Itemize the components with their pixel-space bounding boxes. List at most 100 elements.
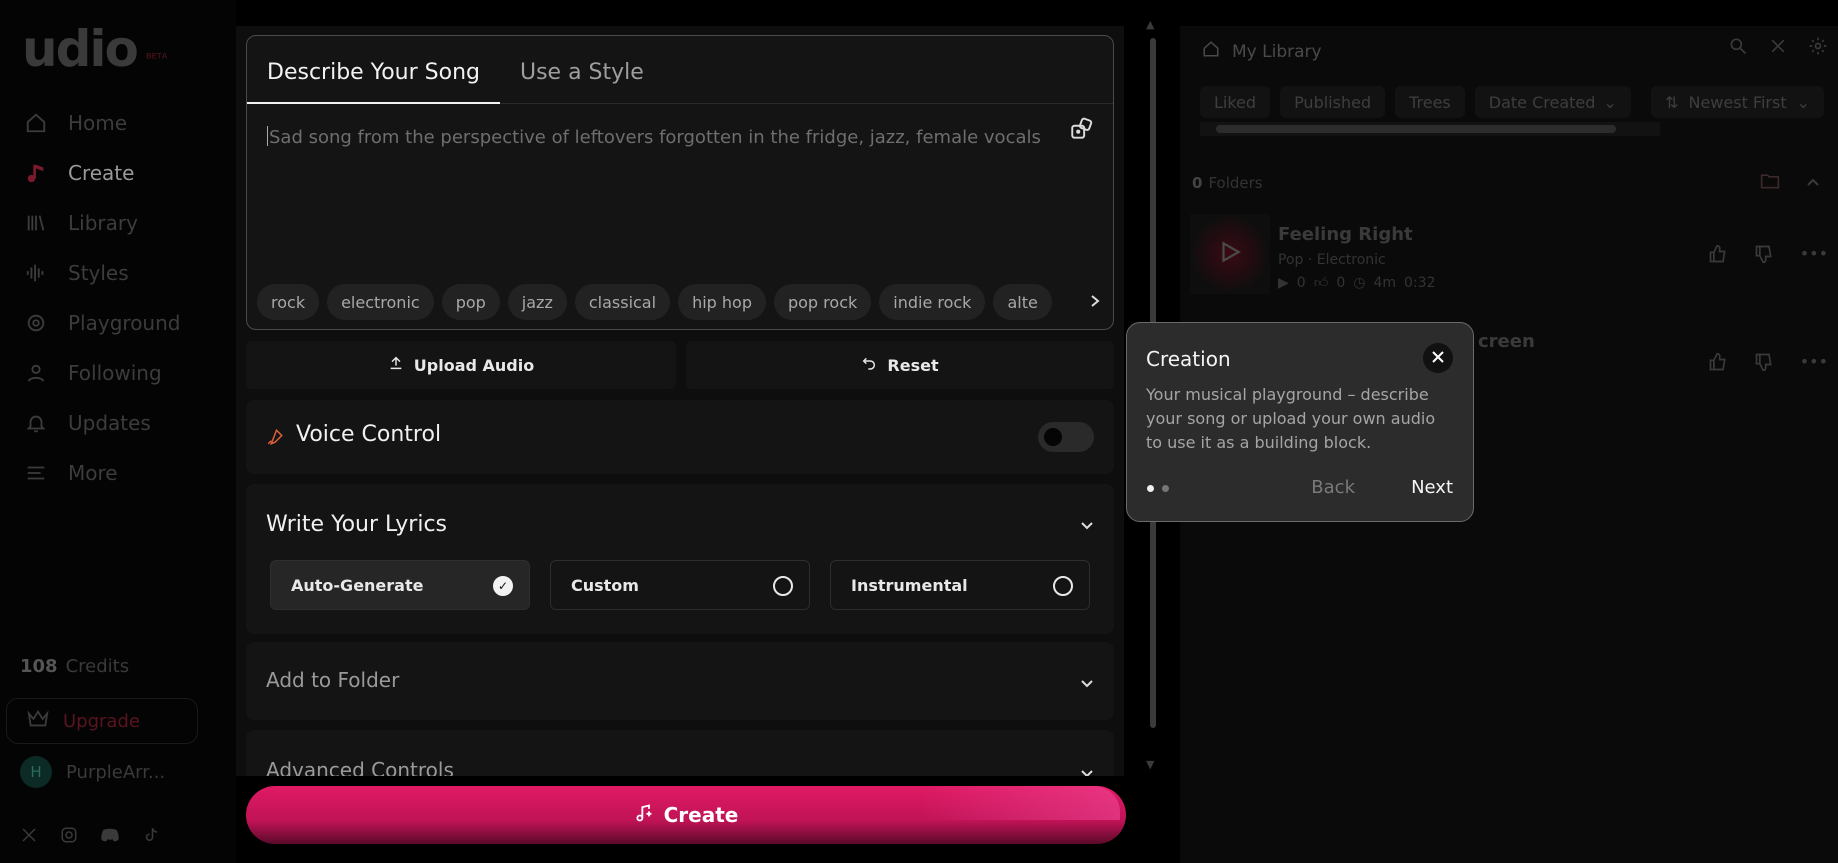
waveform-icon	[24, 261, 48, 285]
lyrics-option-instrumental[interactable]: Instrumental	[830, 560, 1090, 610]
track-actions: •••	[1708, 352, 1828, 376]
thumbs-up-icon[interactable]	[1708, 244, 1728, 268]
discord-icon[interactable]	[100, 826, 120, 848]
thumbs-up-icon[interactable]	[1708, 352, 1728, 376]
advanced-controls-section[interactable]: Advanced Controls	[246, 730, 1114, 776]
beta-badge: ᴮᴱᵀᴬ	[146, 52, 168, 67]
nav-label: Following	[68, 361, 162, 385]
add-to-folder-section[interactable]: Add to Folder	[246, 642, 1114, 720]
add-folder-icon[interactable]	[1760, 172, 1780, 194]
x-icon[interactable]	[20, 826, 38, 848]
filter-published[interactable]: Published	[1280, 86, 1386, 118]
undo-icon	[861, 355, 877, 375]
genre-chip[interactable]: alte	[993, 284, 1052, 320]
nav-item-styles[interactable]: Styles	[0, 248, 236, 298]
thumbs-down-icon[interactable]	[1754, 244, 1774, 268]
genre-chip[interactable]: jazz	[507, 284, 567, 320]
reset-label: Reset	[887, 355, 939, 375]
genre-chip[interactable]: indie rock	[879, 284, 986, 320]
radio-icon	[1053, 576, 1073, 596]
nav-label: Styles	[68, 261, 129, 285]
song-description-input[interactable]: Sad song from the perspective of leftove…	[267, 126, 1041, 148]
genre-chips: rock electronic pop jazz classical hip h…	[257, 284, 1113, 320]
close-icon[interactable]	[1768, 36, 1788, 60]
track-title[interactable]: Feeling Right	[1278, 224, 1413, 245]
random-prompt-icon[interactable]	[1069, 116, 1095, 146]
thumbs-down-icon[interactable]	[1754, 352, 1774, 376]
reset-button[interactable]: Reset	[686, 341, 1114, 389]
upload-audio-button[interactable]: Upload Audio	[246, 341, 676, 389]
more-options-icon[interactable]: •••	[1800, 352, 1828, 376]
tooltip-back-button[interactable]: Back	[1311, 477, 1355, 498]
nav-item-playground[interactable]: Playground	[0, 298, 236, 348]
option-label: Custom	[571, 575, 639, 595]
filter-liked[interactable]: Liked	[1200, 86, 1271, 118]
nav-item-create[interactable]: Create	[0, 148, 236, 198]
create-button[interactable]: Create	[246, 786, 1126, 844]
nav-item-more[interactable]: More	[0, 448, 236, 498]
sort-label: Newest First	[1688, 92, 1787, 112]
library-icon	[24, 211, 48, 235]
panel-bottom-edge	[236, 776, 1124, 786]
nav-item-library[interactable]: Library	[0, 198, 236, 248]
genre-chip[interactable]: pop rock	[773, 284, 872, 320]
sort-dropdown[interactable]: ⇅ Newest First ⌄	[1651, 86, 1824, 118]
tab-use-a-style[interactable]: Use a Style	[520, 60, 664, 103]
library-title: My Library	[1232, 41, 1322, 62]
tooltip-next-button[interactable]: Next	[1411, 477, 1453, 498]
genre-chip[interactable]: electronic	[327, 284, 434, 320]
nav-label: Updates	[68, 411, 151, 435]
user-icon	[24, 361, 48, 385]
filter-date-created[interactable]: Date Created ⌄	[1474, 86, 1631, 118]
scroll-up-icon[interactable]: ▲	[1146, 18, 1154, 31]
step-dot-active	[1147, 485, 1154, 492]
scrollbar-thumb[interactable]	[1216, 125, 1616, 133]
udio-logo[interactable]: udio	[22, 20, 139, 78]
filter-trees[interactable]: Trees	[1395, 86, 1465, 118]
user-profile[interactable]: H PurpleArr...	[20, 756, 165, 788]
clock-icon: ◷	[1353, 274, 1366, 291]
sidebar: udio ᴮᴱᵀᴬ Home Create Library Styles Pla…	[0, 0, 236, 863]
chevron-up-icon[interactable]	[1806, 172, 1820, 194]
search-icon[interactable]	[1728, 36, 1748, 60]
create-label: Create	[663, 803, 739, 827]
avatar: H	[20, 756, 52, 788]
nav-item-updates[interactable]: Updates	[0, 398, 236, 448]
instagram-icon[interactable]	[60, 826, 78, 848]
folders-count: 0	[1192, 174, 1203, 192]
tooltip-close-button[interactable]	[1423, 343, 1453, 373]
onboarding-tooltip: Creation Your musical playground – descr…	[1126, 322, 1474, 522]
genre-chip[interactable]: classical	[574, 284, 671, 320]
tab-describe-your-song[interactable]: Describe Your Song	[247, 60, 500, 104]
play-count-icon: ▶	[1278, 274, 1289, 291]
filters-scrollbar[interactable]	[1200, 122, 1660, 136]
upgrade-button[interactable]: Upgrade	[6, 698, 198, 744]
nav-label: Library	[68, 211, 138, 235]
genre-chip[interactable]: hip hop	[678, 284, 766, 320]
track-cover[interactable]	[1190, 214, 1270, 294]
track-tags: Pop · Electronic	[1278, 252, 1386, 268]
nav-item-home[interactable]: Home	[0, 98, 236, 148]
tiktok-icon[interactable]	[142, 826, 160, 848]
genre-chip[interactable]: pop	[441, 284, 500, 320]
gear-icon[interactable]	[1808, 36, 1828, 60]
scroll-down-icon[interactable]: ▼	[1146, 758, 1154, 771]
chevron-down-icon	[1080, 674, 1094, 693]
more-options-icon[interactable]: •••	[1800, 244, 1828, 268]
like-count: 0	[1336, 274, 1346, 291]
voice-control-toggle[interactable]	[1038, 422, 1094, 452]
check-icon: ✓	[493, 576, 513, 596]
chevron-down-icon[interactable]	[1080, 516, 1094, 535]
library-header: My Library	[1202, 40, 1322, 63]
nav-item-following[interactable]: Following	[0, 348, 236, 398]
add-to-folder-title: Add to Folder	[266, 668, 400, 692]
lyrics-option-custom[interactable]: Custom	[550, 560, 810, 610]
lyrics-option-auto-generate[interactable]: Auto-Generate ✓	[270, 560, 530, 610]
track-title-partial[interactable]: creen	[1478, 331, 1535, 352]
track-row[interactable]: Feeling Right Pop · Electronic ▶ 0 👍︎ 0 ◷ 4…	[1180, 214, 1838, 304]
sort-icon: ⇅	[1665, 92, 1679, 112]
chips-scroll-right-button[interactable]	[1069, 284, 1113, 320]
credits-label: Credits	[65, 656, 130, 677]
voice-control-title: Voice Control	[296, 422, 442, 447]
genre-chip[interactable]: rock	[257, 284, 320, 320]
